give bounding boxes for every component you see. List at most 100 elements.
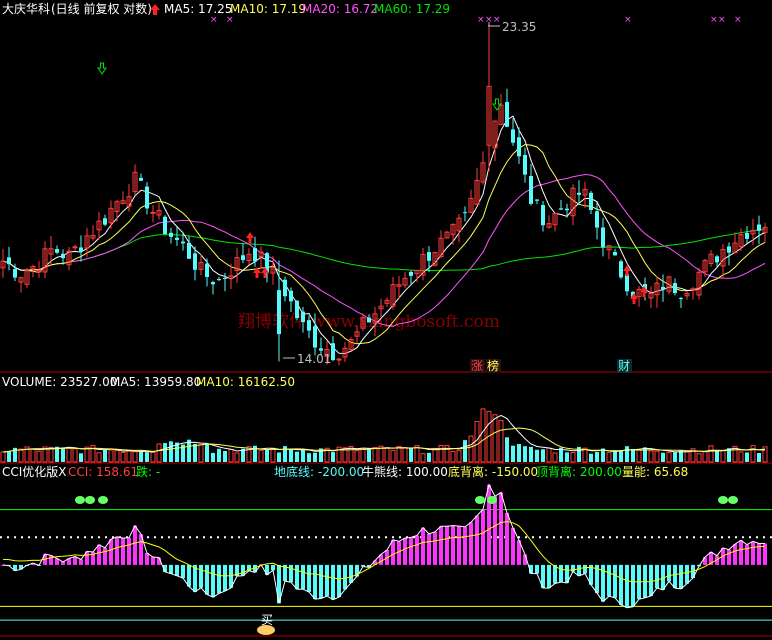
marker-x: × xyxy=(485,15,493,25)
cci-bar xyxy=(319,564,323,599)
candle-down xyxy=(541,205,545,226)
cci-bar xyxy=(421,527,425,565)
candle-down xyxy=(511,129,515,143)
cci-bar xyxy=(121,538,125,565)
volume-bar-down xyxy=(505,437,509,462)
cci-bar xyxy=(169,564,173,574)
marker-x: × xyxy=(226,15,234,25)
ma20-label: MA20: 16.72 xyxy=(302,2,378,16)
candle-down xyxy=(241,255,245,261)
cci-bar xyxy=(619,564,623,605)
candle-down xyxy=(679,298,683,300)
candle-down xyxy=(193,253,197,270)
cci-bar xyxy=(73,556,77,565)
volume-bar-down xyxy=(61,447,65,462)
cci-bottom-div-label: 底背离: -150.00 xyxy=(448,464,538,479)
candle-up xyxy=(336,358,342,361)
cci-bar xyxy=(313,564,317,600)
cci-bar xyxy=(79,559,83,565)
cci-bar xyxy=(295,564,299,590)
candle-down xyxy=(559,208,563,210)
cci-bar xyxy=(469,522,473,565)
cci-bar xyxy=(325,564,329,596)
volume-bar-down xyxy=(145,452,149,462)
volume-bar-down xyxy=(139,451,143,462)
candle-up xyxy=(690,288,696,291)
candle-down xyxy=(517,137,521,157)
volume-bar-down xyxy=(313,452,317,462)
volume-bar-down xyxy=(211,452,215,462)
volume-ma5-label: MA5: 13959.80 xyxy=(110,375,201,389)
cci-bar xyxy=(559,564,563,583)
candle-down xyxy=(289,290,293,302)
cci-bar xyxy=(499,492,503,565)
candle-down xyxy=(595,211,599,228)
candle-down xyxy=(523,155,527,175)
candle-down xyxy=(61,253,65,259)
volume-bar-down xyxy=(619,450,623,462)
cci-bar xyxy=(631,564,635,607)
cci-bull-label: 牛熊线: 100.00 xyxy=(362,464,448,479)
volume-bar-down xyxy=(163,443,167,462)
volume-bar-down xyxy=(715,450,719,462)
sell-flag-icon xyxy=(728,496,738,504)
candle-down xyxy=(139,177,143,181)
candle-down xyxy=(277,290,281,335)
cci-bar xyxy=(703,557,707,565)
cci-bar xyxy=(535,564,539,574)
candle-down xyxy=(205,263,209,278)
volume-bar-down xyxy=(79,453,83,462)
cci-bar xyxy=(481,509,485,565)
cci-bar xyxy=(409,537,413,565)
ma60-label: MA60: 17.29 xyxy=(374,2,450,16)
candle-down xyxy=(427,252,431,261)
cci-bar xyxy=(337,564,341,598)
volume-bar-down xyxy=(745,452,749,462)
cci-bar xyxy=(583,564,587,574)
tag-zhang: 涨 xyxy=(471,358,483,373)
cci-bar xyxy=(217,564,221,594)
candle-down xyxy=(211,282,215,285)
candle-down xyxy=(103,218,107,225)
candle-down xyxy=(13,269,17,278)
marker-x: × xyxy=(734,15,742,25)
candle-down xyxy=(301,311,305,322)
cci-bar xyxy=(733,544,737,565)
volume-bar-down xyxy=(517,444,521,462)
stock-chart[interactable]: 翔博软件 www.xiangbosoft.com × × × × × × × × × 大庆华科 … xyxy=(0,0,772,640)
cci-top-div-label: 顶背离: 200.00 xyxy=(536,464,622,479)
marker-x: × xyxy=(493,15,501,25)
volume-bar-down xyxy=(187,439,191,462)
volume-bar-down xyxy=(193,443,197,462)
cci-bar xyxy=(649,564,653,596)
cci-bar xyxy=(403,538,407,565)
low-label: 14.01 xyxy=(297,352,331,366)
volume-bar-down xyxy=(7,450,11,462)
candle-down xyxy=(505,101,509,127)
cci-name: CCI优化版X xyxy=(2,465,67,479)
candle-down xyxy=(253,248,257,262)
cci-bar xyxy=(211,564,215,598)
candle-down xyxy=(175,237,179,240)
volume-bar-down xyxy=(625,446,629,462)
volume-bar-down xyxy=(409,447,413,462)
volume-ma10-label: MA10: 16162.50 xyxy=(196,375,295,389)
volume-bar-down xyxy=(331,452,335,462)
cci-bar xyxy=(199,564,203,588)
volume-bar-down xyxy=(613,451,617,462)
cci-energy-label: 量能: 65.68 xyxy=(622,465,688,479)
candle-down xyxy=(313,326,317,348)
sell-flag-icon xyxy=(85,496,95,504)
cci-bar xyxy=(133,525,137,565)
volume-bar-down xyxy=(169,441,173,462)
cci-bar xyxy=(655,564,659,589)
cci-bar xyxy=(151,557,155,565)
volume-bar-down xyxy=(367,448,371,462)
cci-bar xyxy=(103,547,107,565)
cci-bar xyxy=(505,512,509,565)
sell-flag-icon xyxy=(718,496,728,504)
candle-down xyxy=(145,186,149,209)
volume-bar-down xyxy=(535,449,539,462)
cci-bar xyxy=(97,544,101,565)
candle-down xyxy=(169,232,173,237)
